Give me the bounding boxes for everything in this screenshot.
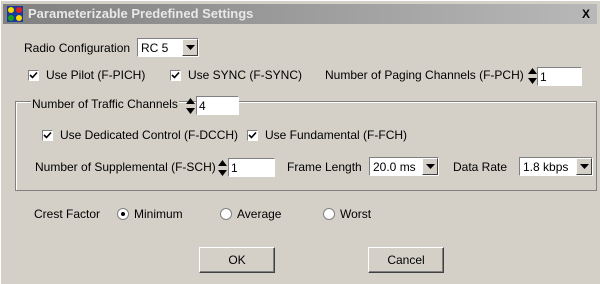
supplemental-value: 1 <box>231 161 238 175</box>
traffic-spinner-icon[interactable] <box>186 97 195 115</box>
title-bar[interactable]: Parameterizable Predefined Settings X <box>3 4 597 24</box>
traffic-channels-label: Number of Traffic Channels <box>31 97 179 111</box>
chevron-down-icon[interactable] <box>576 158 592 175</box>
checkmark-icon <box>248 131 257 139</box>
traffic-channels-group <box>15 101 597 191</box>
data-rate-value: 1.8 kbps <box>523 160 569 174</box>
use-sync-checkbox[interactable] <box>170 70 181 81</box>
crest-minimum-radio[interactable] <box>117 208 129 220</box>
crest-minimum-label: Minimum <box>134 207 183 221</box>
data-rate-select[interactable]: 1.8 kbps <box>519 157 593 176</box>
radio-config-label: Radio Configuration <box>24 41 131 55</box>
radio-config-select[interactable]: RC 5 <box>137 38 199 57</box>
crest-worst-label: Worst <box>340 207 372 221</box>
paging-spinner-icon[interactable] <box>528 67 537 85</box>
traffic-channels-value: 4 <box>199 99 206 113</box>
use-sync-label: Use SYNC (F-SYNC) <box>188 68 303 82</box>
paging-channels-value: 1 <box>540 70 547 84</box>
use-pilot-label: Use Pilot (F-PICH) <box>46 68 146 82</box>
crest-average-label: Average <box>237 207 282 221</box>
window-title: Parameterizable Predefined Settings <box>28 6 254 21</box>
ok-button-label: OK <box>228 253 246 267</box>
crest-factor-label: Crest Factor <box>34 207 101 221</box>
close-button[interactable]: X <box>579 7 593 21</box>
app-logo-icon <box>7 6 23 22</box>
cancel-button-label: Cancel <box>387 253 425 267</box>
checkmark-icon <box>29 71 38 79</box>
dialog-window: Parameterizable Predefined Settings X Ra… <box>0 0 600 284</box>
radio-config-value: RC 5 <box>141 41 169 55</box>
use-pilot-checkbox[interactable] <box>28 70 39 81</box>
crest-average-radio[interactable] <box>220 208 232 220</box>
chevron-down-icon[interactable] <box>422 158 438 175</box>
data-rate-label: Data Rate <box>453 160 508 174</box>
checkmark-icon <box>171 71 180 79</box>
traffic-channels-input[interactable]: 4 <box>196 96 239 115</box>
use-fch-label: Use Fundamental (F-FCH) <box>265 128 408 142</box>
checkmark-icon <box>43 131 52 139</box>
ok-button[interactable]: OK <box>199 247 275 273</box>
frame-length-value: 20.0 ms <box>373 160 416 174</box>
supplemental-input[interactable]: 1 <box>228 158 275 177</box>
use-fch-checkbox[interactable] <box>247 130 258 141</box>
supplemental-label: Number of Supplemental (F-SCH) <box>35 160 216 174</box>
frame-length-select[interactable]: 20.0 ms <box>369 157 439 176</box>
chevron-down-icon[interactable] <box>182 39 198 56</box>
cancel-button[interactable]: Cancel <box>368 247 444 273</box>
paging-channels-label: Number of Paging Channels (F-PCH) <box>325 68 524 82</box>
use-dcch-label: Use Dedicated Control (F-DCCH) <box>60 128 239 142</box>
supplemental-spinner-icon[interactable] <box>218 159 227 177</box>
crest-worst-radio[interactable] <box>323 208 335 220</box>
use-dcch-checkbox[interactable] <box>42 130 53 141</box>
frame-length-label: Frame Length <box>287 160 362 174</box>
paging-channels-input[interactable]: 1 <box>537 67 582 86</box>
